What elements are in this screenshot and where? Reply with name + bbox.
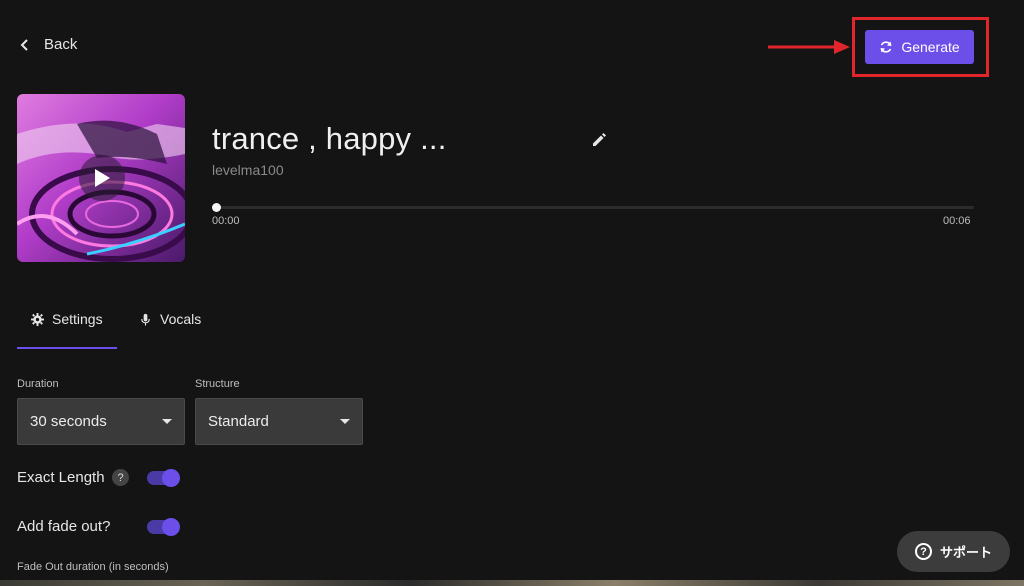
annotation-arrow bbox=[768, 40, 850, 54]
play-icon bbox=[95, 169, 110, 187]
refresh-icon bbox=[880, 41, 892, 53]
duration-label: Duration bbox=[17, 378, 59, 390]
cover-art bbox=[17, 94, 185, 262]
tab-vocals[interactable]: Vocals bbox=[139, 311, 201, 327]
caret-down-icon bbox=[162, 419, 172, 424]
time-elapsed: 00:00 bbox=[212, 215, 240, 227]
exact-length-toggle[interactable] bbox=[147, 469, 180, 487]
fade-out-duration-label: Fade Out duration (in seconds) bbox=[17, 561, 169, 573]
active-tab-indicator bbox=[17, 347, 117, 349]
time-total: 00:06 bbox=[943, 215, 971, 227]
play-button[interactable] bbox=[79, 155, 125, 201]
exact-length-label: Exact Length bbox=[17, 469, 105, 486]
back-button[interactable]: Back bbox=[18, 36, 77, 53]
duration-select[interactable]: 30 seconds bbox=[17, 398, 185, 445]
progress-track[interactable] bbox=[216, 206, 974, 209]
duration-value: 30 seconds bbox=[30, 413, 107, 430]
generate-label: Generate bbox=[901, 39, 960, 55]
gear-icon bbox=[31, 312, 44, 326]
structure-value: Standard bbox=[208, 413, 269, 430]
tab-settings-label: Settings bbox=[52, 311, 103, 327]
track-author: levelma100 bbox=[212, 162, 284, 178]
back-label: Back bbox=[44, 36, 78, 53]
progress-knob[interactable] bbox=[212, 203, 221, 212]
generate-button[interactable]: Generate bbox=[865, 30, 974, 64]
chevron-left-icon bbox=[20, 38, 28, 51]
tab-settings[interactable]: Settings bbox=[31, 311, 103, 327]
support-label: サポート bbox=[939, 545, 992, 560]
microphone-icon bbox=[141, 313, 150, 326]
structure-select[interactable]: Standard bbox=[195, 398, 363, 445]
track-title: trance , happy ... bbox=[212, 121, 447, 156]
caret-down-icon bbox=[340, 419, 350, 424]
structure-label: Structure bbox=[195, 378, 240, 390]
bottom-image-strip bbox=[0, 580, 1024, 586]
edit-pencil-icon[interactable] bbox=[591, 131, 608, 148]
tab-vocals-label: Vocals bbox=[160, 311, 202, 327]
help-icon[interactable]: ? bbox=[112, 469, 129, 486]
question-circle-icon: ? bbox=[914, 543, 932, 560]
fade-out-label: Add fade out? bbox=[17, 518, 111, 535]
fade-out-toggle[interactable] bbox=[147, 518, 180, 536]
support-button[interactable]: ? サポート bbox=[897, 531, 1010, 572]
